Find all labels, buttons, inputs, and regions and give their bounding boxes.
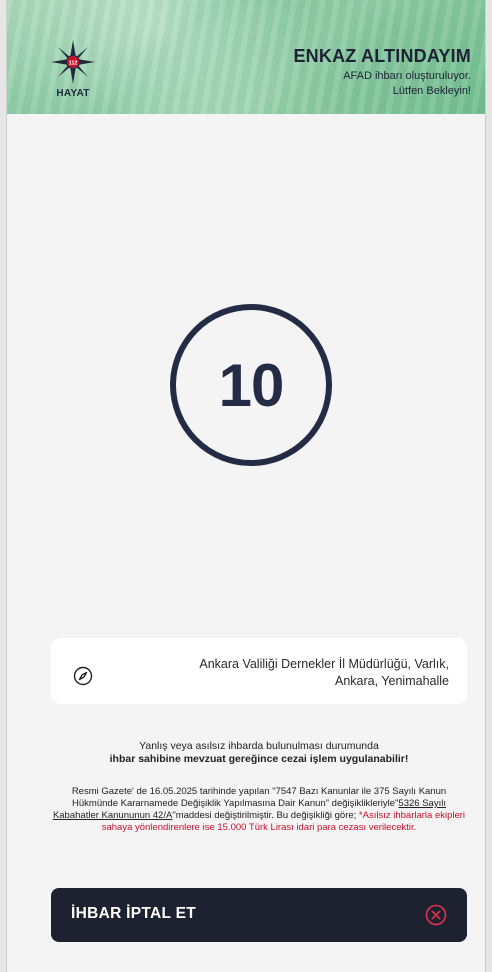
page-title: ENKAZ ALTINDAYIM bbox=[293, 46, 471, 66]
warning-line1: Yanlış veya asılsız ihbarda bulunulması … bbox=[139, 740, 379, 752]
logo-badge: 112 bbox=[69, 60, 78, 66]
status-text-line1: AFAD ihbarı oluşturuluyor. bbox=[343, 70, 471, 82]
logo-text: HAYAT bbox=[56, 88, 90, 99]
status-text-line2: Lütfen Bekleyin! bbox=[392, 85, 471, 97]
location-line2: Ankara, Yenimahalle bbox=[335, 674, 449, 688]
header-banner: 112 HAYAT ENKAZ ALTINDAYIM AFAD ihbarı o… bbox=[7, 0, 485, 114]
location-address: Ankara Valiliği Dernekler İl Müdürlüğü, … bbox=[149, 656, 449, 690]
countdown-value: 10 bbox=[218, 351, 285, 419]
legal-text-part1: Resmi Gazete' de 16.05.2025 tarihinde ya… bbox=[71, 786, 447, 809]
star-compass-icon: 112 bbox=[51, 40, 95, 84]
location-line1: Ankara Valiliği Dernekler İl Müdürlüğü, … bbox=[199, 657, 449, 671]
header-text: ENKAZ ALTINDAYIM AFAD ihbarı oluşturuluy… bbox=[293, 46, 471, 99]
legal-text-part2: "maddesi değiştirilmiştir. Bu değişikliğ… bbox=[172, 810, 359, 821]
app-screen: 112 HAYAT ENKAZ ALTINDAYIM AFAD ihbarı o… bbox=[6, 0, 486, 972]
location-card: Ankara Valiliği Dernekler İl Müdürlüğü, … bbox=[51, 638, 467, 704]
countdown-ring: 10 bbox=[170, 304, 332, 466]
warning-line2: ihbar sahibine mevzuat gereğince cezai i… bbox=[109, 753, 409, 765]
close-circle-icon bbox=[425, 904, 447, 926]
cancel-report-button[interactable]: İHBAR İPTAL ET bbox=[51, 888, 467, 942]
legal-notice: Resmi Gazete' de 16.05.2025 tarihinde ya… bbox=[51, 786, 467, 834]
compass-icon bbox=[73, 666, 93, 686]
hayat-logo: 112 HAYAT bbox=[49, 38, 97, 104]
warning-text: Yanlış veya asılsız ihbarda bulunulması … bbox=[51, 740, 467, 766]
cancel-report-label: İHBAR İPTAL ET bbox=[71, 905, 197, 922]
